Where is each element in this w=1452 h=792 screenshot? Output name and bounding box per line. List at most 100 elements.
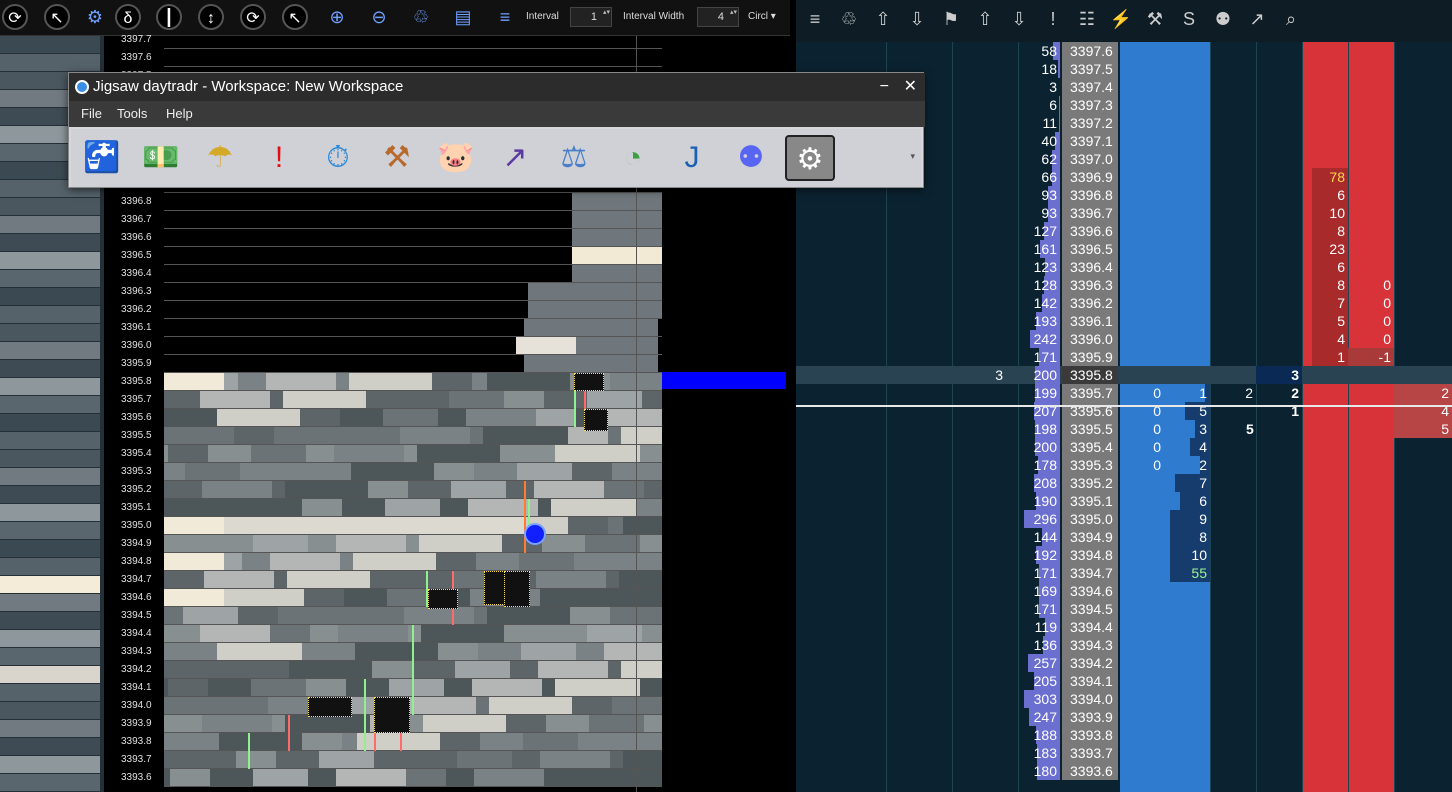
bid-cell[interactable]: 0 [1120,438,1164,456]
s-logo-icon[interactable]: S [1176,6,1202,32]
price-cell[interactable]: 3397.0 [1062,150,1118,168]
dom-row[interactable]: 242 3396.0 4 0 [796,330,1452,348]
price-cell[interactable]: 3395.9 [1062,348,1118,366]
dom-row[interactable]: 193 3396.1 5 0 [796,312,1452,330]
document-icon[interactable]: ☷ [1074,6,1100,32]
ask-cell[interactable]: 7 [1302,294,1348,312]
gavel-icon[interactable]: ⚒ [372,135,422,181]
search-icon[interactable]: ⌕ [1278,6,1304,32]
shape-dropdown[interactable]: Circl ▾ [748,11,776,22]
dom-row[interactable]: 144 3394.9 8 [796,528,1452,546]
ask-cell[interactable]: 1 [1302,348,1348,366]
plug-icon[interactable]: ⚡ [1108,6,1134,32]
pointer-icon[interactable]: ↖ [282,4,308,30]
dom-row[interactable]: 127 3396.6 8 [796,222,1452,240]
dom-row[interactable]: 190 3395.1 6 [796,492,1452,510]
faucet-icon[interactable]: 🚰 [77,135,127,181]
price-cell[interactable]: 3394.9 [1062,528,1118,546]
dom-row[interactable]: 199 3395.7 0 1 2 2 2 [796,384,1452,402]
ask-cell[interactable]: 6 [1302,258,1348,276]
close-icon[interactable]: ✕ [904,73,917,101]
dom-row[interactable]: 123 3396.4 6 [796,258,1452,276]
price-cell[interactable]: 3394.3 [1062,636,1118,654]
price-cell[interactable]: 3393.7 [1062,744,1118,762]
dom-row[interactable]: 171 3394.7 55 [796,564,1452,582]
dom-row[interactable]: 200 3395.8 3 3 [796,366,1452,384]
dom-row[interactable]: 183 3393.7 [796,744,1452,762]
price-cell[interactable]: 3396.0 [1062,330,1118,348]
trash-icon[interactable]: ♲ [408,4,434,30]
dom-row[interactable]: 257 3394.2 [796,654,1452,672]
price-cell[interactable]: 3395.1 [1062,492,1118,510]
price-cell[interactable]: 3396.2 [1062,294,1118,312]
flag-icon[interactable]: ⚑ [938,6,964,32]
export-up-icon[interactable]: ⇧ [870,6,896,32]
minimize-icon[interactable]: − [880,73,889,101]
download-icon[interactable]: ⇩ [1006,6,1032,32]
vertical-arrows-icon[interactable]: ↕ [198,4,224,30]
dom-row[interactable]: 171 3394.5 [796,600,1452,618]
dom-row[interactable]: 205 3394.1 [796,672,1452,690]
ask-cell[interactable]: 78 [1302,168,1348,186]
dom-row[interactable]: 247 3393.9 [796,708,1452,726]
bid-cell[interactable]: 0 [1120,456,1164,474]
dom-row[interactable]: 178 3395.3 0 2 [796,456,1452,474]
price-cell[interactable]: 3394.2 [1062,654,1118,672]
alert-icon[interactable]: ! [1040,6,1066,32]
price-cell[interactable]: 3397.6 [1062,42,1118,60]
menu-tools[interactable]: Tools [117,101,147,127]
ask-cell[interactable]: 10 [1302,204,1348,222]
price-cell[interactable]: 3397.2 [1062,114,1118,132]
dom-row[interactable]: 171 3395.9 1 -1 [796,348,1452,366]
list-icon[interactable]: ≡ [492,4,518,30]
dom-row[interactable]: 180 3393.6 [796,762,1452,780]
ask-cell[interactable]: 23 [1302,240,1348,258]
ask-cell[interactable]: 8 [1302,222,1348,240]
zoom-out-icon[interactable]: ⊖ [366,4,392,30]
dom-row[interactable]: 200 3395.4 0 4 [796,438,1452,456]
price-cell[interactable]: 3394.1 [1062,672,1118,690]
discord-icon[interactable]: ⚉ [1210,6,1236,32]
delta-icon[interactable]: δ [115,4,141,30]
price-cell[interactable]: 3397.4 [1062,78,1118,96]
price-cell[interactable]: 3395.8 [1062,366,1118,384]
dom-row[interactable]: 58 3397.6 [796,42,1452,60]
settings-icon[interactable]: ⚙ [82,4,108,30]
interval-input[interactable]: 1 [570,7,612,27]
price-cell[interactable]: 3393.8 [1062,726,1118,744]
price-cell[interactable]: 3394.0 [1062,690,1118,708]
clock-icon[interactable]: ⏱ [313,135,363,181]
price-cell[interactable]: 3395.7 [1062,384,1118,402]
price-cell[interactable]: 3397.3 [1062,96,1118,114]
dom-row[interactable]: 303 3394.0 [796,690,1452,708]
price-cell[interactable]: 3395.3 [1062,456,1118,474]
alert-icon[interactable]: ! [254,135,304,181]
price-cell[interactable]: 3395.0 [1062,510,1118,528]
wrench-icon[interactable]: ⚒ [1142,6,1168,32]
ask-cell[interactable]: 8 [1302,276,1348,294]
bid-cell[interactable]: 0 [1120,420,1164,438]
upload-icon[interactable]: ⇧ [972,6,998,32]
dom-row[interactable]: 169 3394.6 [796,582,1452,600]
money-icon[interactable]: 💵 [136,135,186,181]
toolbar-overflow-icon[interactable]: ▾ [910,151,915,162]
price-cell[interactable]: 3396.3 [1062,276,1118,294]
dom-row[interactable]: 93 3396.7 10 [796,204,1452,222]
window-title-bar[interactable]: Jigsaw daytradr - Workspace: New Workspa… [69,73,925,101]
dom-row[interactable]: 188 3393.8 [796,726,1452,744]
price-cell[interactable]: 3396.6 [1062,222,1118,240]
coins-umbrella-icon[interactable]: ☂ [195,135,245,181]
gauge-icon[interactable]: ◔ [608,135,658,181]
price-cell[interactable]: 3393.9 [1062,708,1118,726]
dom-row[interactable]: 192 3394.8 10 [796,546,1452,564]
bars-icon[interactable]: ┃ [156,4,182,30]
price-cell[interactable]: 3396.4 [1062,258,1118,276]
dom-row[interactable]: 161 3396.5 23 [796,240,1452,258]
discord-icon[interactable]: ⚉ [726,135,776,181]
price-cell[interactable]: 3394.8 [1062,546,1118,564]
price-cell[interactable]: 3394.7 [1062,564,1118,582]
price-cell[interactable]: 3396.9 [1062,168,1118,186]
piggy-bank-icon[interactable]: 🐷 [431,135,481,181]
dom-row[interactable]: 119 3394.4 [796,618,1452,636]
chart-icon[interactable]: ↗ [1244,6,1270,32]
